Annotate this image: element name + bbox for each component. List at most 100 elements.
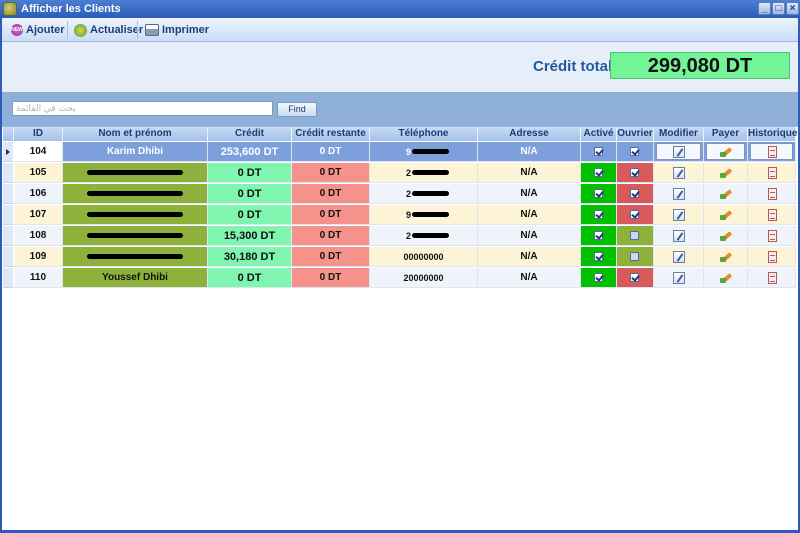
- credit-cell[interactable]: 0 DT: [208, 268, 292, 288]
- name-cell[interactable]: Karim Dhibi: [63, 142, 208, 162]
- history-button[interactable]: [748, 205, 796, 225]
- id-cell[interactable]: 106: [14, 184, 63, 204]
- history-button[interactable]: [748, 226, 796, 246]
- phone-cell[interactable]: 2: [370, 163, 478, 183]
- phone-cell[interactable]: 2: [370, 184, 478, 204]
- credit-cell[interactable]: 0 DT: [208, 163, 292, 183]
- ouvrier-checkbox[interactable]: [630, 231, 639, 240]
- pay-button[interactable]: [704, 184, 748, 204]
- ouvrier-checkbox[interactable]: [630, 210, 639, 219]
- credit-cell[interactable]: 253,600 DT: [208, 142, 292, 162]
- edit-header[interactable]: Modifier: [654, 127, 704, 141]
- id-header[interactable]: ID: [14, 127, 63, 141]
- history-button[interactable]: [748, 268, 796, 288]
- remaining-credit-cell[interactable]: 0 DT: [292, 226, 370, 246]
- phone-cell[interactable]: 00000000: [370, 247, 478, 267]
- remaining-credit-cell[interactable]: 0 DT: [292, 205, 370, 225]
- maximize-button[interactable]: □: [772, 2, 785, 15]
- id-cell[interactable]: 105: [14, 163, 63, 183]
- credit-cell[interactable]: 30,180 DT: [208, 247, 292, 267]
- edit-button[interactable]: [654, 268, 704, 288]
- id-cell[interactable]: 107: [14, 205, 63, 225]
- history-button[interactable]: [748, 163, 796, 183]
- name-cell[interactable]: [63, 184, 208, 204]
- active-checkbox[interactable]: [594, 273, 603, 282]
- name-cell[interactable]: [63, 205, 208, 225]
- pay-button[interactable]: [704, 142, 748, 162]
- pay-button[interactable]: [704, 226, 748, 246]
- address-cell[interactable]: N/A: [478, 205, 581, 225]
- address-cell[interactable]: N/A: [478, 226, 581, 246]
- remaining-credit-cell[interactable]: 0 DT: [292, 184, 370, 204]
- history-button[interactable]: [748, 142, 796, 162]
- id-cell[interactable]: 109: [14, 247, 63, 267]
- active-header[interactable]: Activé: [581, 127, 617, 141]
- row-indicator[interactable]: [3, 268, 13, 288]
- phone-cell[interactable]: 9: [370, 205, 478, 225]
- active-checkbox[interactable]: [594, 231, 603, 240]
- minimize-button[interactable]: _: [758, 2, 771, 15]
- row-indicator[interactable]: [3, 247, 13, 267]
- active-checkbox[interactable]: [594, 168, 603, 177]
- active-checkbox[interactable]: [594, 252, 603, 261]
- phone-header[interactable]: Téléphone: [370, 127, 478, 141]
- find-button[interactable]: Find: [277, 102, 317, 117]
- id-cell[interactable]: 104: [14, 142, 63, 162]
- print-button[interactable]: Imprimer: [143, 21, 209, 39]
- remaining-credit-cell[interactable]: 0 DT: [292, 268, 370, 288]
- pay-header[interactable]: Payer: [704, 127, 748, 141]
- ouvrier-checkbox[interactable]: [630, 252, 639, 261]
- row-indicator[interactable]: [3, 226, 13, 246]
- ouvrier-header[interactable]: Ouvrier: [617, 127, 654, 141]
- remaining-credit-cell[interactable]: 0 DT: [292, 163, 370, 183]
- ouvrier-checkbox[interactable]: [630, 273, 639, 282]
- pay-button[interactable]: [704, 268, 748, 288]
- credit-cell[interactable]: 0 DT: [208, 205, 292, 225]
- name-cell[interactable]: [63, 226, 208, 246]
- name-header[interactable]: Nom et prénom: [63, 127, 208, 141]
- active-checkbox[interactable]: [594, 210, 603, 219]
- edit-button[interactable]: [654, 205, 704, 225]
- id-cell[interactable]: 108: [14, 226, 63, 246]
- ouvrier-checkbox[interactable]: [630, 147, 639, 156]
- edit-button[interactable]: [654, 247, 704, 267]
- pay-button[interactable]: [704, 247, 748, 267]
- pay-button[interactable]: [704, 163, 748, 183]
- active-checkbox[interactable]: [594, 147, 603, 156]
- address-cell[interactable]: N/A: [478, 247, 581, 267]
- edit-button[interactable]: [654, 226, 704, 246]
- phone-cell[interactable]: 20000000: [370, 268, 478, 288]
- row-indicator[interactable]: [3, 142, 13, 162]
- name-cell[interactable]: [63, 163, 208, 183]
- address-cell[interactable]: N/A: [478, 268, 581, 288]
- row-indicator[interactable]: [3, 205, 13, 225]
- ouvrier-checkbox[interactable]: [630, 189, 639, 198]
- refresh-button[interactable]: Actualiser: [72, 21, 143, 39]
- close-button[interactable]: ×: [786, 2, 799, 15]
- remaining-credit-header[interactable]: Crédit restante: [292, 127, 370, 141]
- credit-header[interactable]: Crédit: [208, 127, 292, 141]
- remaining-credit-cell[interactable]: 0 DT: [292, 247, 370, 267]
- history-button[interactable]: [748, 247, 796, 267]
- search-input[interactable]: [12, 101, 273, 116]
- name-cell[interactable]: Youssef Dhibi: [63, 268, 208, 288]
- add-button[interactable]: NEW Ajouter: [9, 21, 65, 39]
- address-header[interactable]: Adresse: [478, 127, 581, 141]
- pay-button[interactable]: [704, 205, 748, 225]
- history-header[interactable]: Historique: [748, 127, 797, 141]
- edit-button[interactable]: [654, 184, 704, 204]
- row-indicator[interactable]: [3, 184, 13, 204]
- name-cell[interactable]: [63, 247, 208, 267]
- active-checkbox[interactable]: [594, 189, 603, 198]
- row-indicator[interactable]: [3, 163, 13, 183]
- ouvrier-checkbox[interactable]: [630, 168, 639, 177]
- credit-cell[interactable]: 15,300 DT: [208, 226, 292, 246]
- edit-button[interactable]: [654, 163, 704, 183]
- address-cell[interactable]: N/A: [478, 142, 581, 162]
- phone-cell[interactable]: 2: [370, 226, 478, 246]
- id-cell[interactable]: 110: [14, 268, 63, 288]
- edit-button[interactable]: [654, 142, 704, 162]
- credit-cell[interactable]: 0 DT: [208, 184, 292, 204]
- remaining-credit-cell[interactable]: 0 DT: [292, 142, 370, 162]
- address-cell[interactable]: N/A: [478, 184, 581, 204]
